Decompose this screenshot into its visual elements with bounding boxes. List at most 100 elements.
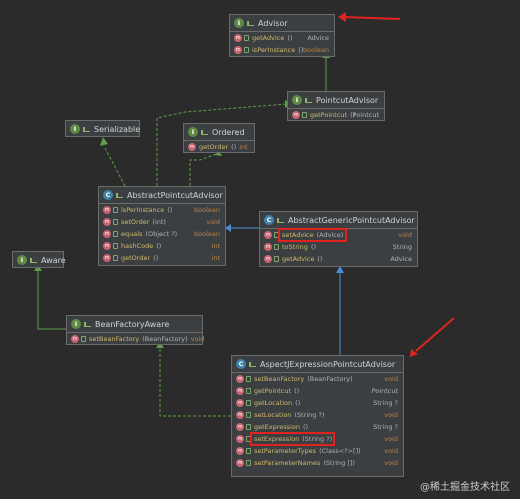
public-visibility-icon (305, 97, 312, 103)
member-name: equals (121, 230, 143, 238)
member-name: getAdvice (282, 255, 315, 263)
node-bean-factory-aware[interactable]: I BeanFactoryAware m setBeanFactory (Bea… (66, 315, 205, 345)
member-return-type: Advice (390, 255, 412, 263)
member-return-type: void (190, 335, 205, 343)
highlight-box (278, 228, 347, 242)
member-row[interactable]: m toString () String (260, 241, 417, 253)
method-icon: m (103, 230, 111, 238)
node-abstract-pointcut-advisor[interactable]: C AbstractPointcutAdvisor m isPerInstanc… (98, 186, 226, 266)
member-params: (String ?) (294, 411, 325, 419)
member-row[interactable]: m setAdvice (Advice) void (260, 228, 417, 242)
node-title: Advisor (258, 18, 288, 28)
lock-icon (113, 219, 118, 225)
annotation-arrow-aspectj (415, 317, 455, 352)
member-row[interactable]: m getOrder () int (99, 252, 225, 264)
member-name: hashCode (121, 242, 154, 250)
member-params: (BeanFactory) (142, 335, 188, 343)
member-name: getAdvice (252, 34, 285, 42)
member-params: () (156, 242, 162, 250)
lock-icon (246, 424, 251, 430)
lock-icon (246, 376, 251, 382)
member-row[interactable]: m isPerInstance () boolean (99, 204, 225, 216)
interface-icon: I (292, 95, 302, 105)
member-params: (Class<?>[]) (319, 447, 361, 455)
member-return-type: boolean (194, 230, 220, 238)
method-icon: m (236, 447, 244, 455)
method-icon: m (236, 375, 244, 383)
member-row[interactable]: m getAdvice () Advice (230, 32, 334, 44)
lock-icon (274, 256, 279, 262)
class-icon: C (264, 215, 274, 225)
member-row[interactable]: m getPointcut () Pointcut (288, 109, 384, 121)
member-row[interactable]: m isPerInstance () boolean (230, 44, 334, 56)
member-return-type: boolean (303, 46, 329, 54)
member-row[interactable]: m setExpression (String ?) void (232, 432, 403, 446)
public-visibility-icon (277, 217, 284, 223)
member-return-type: String ? (373, 399, 398, 407)
method-icon: m (236, 435, 244, 443)
node-header: I PointcutAdvisor (288, 92, 384, 109)
node-pointcut-advisor[interactable]: I PointcutAdvisor m getPointcut () Point… (287, 91, 385, 121)
member-params: () (317, 255, 323, 263)
member-row[interactable]: m setParameterTypes (Class<?>[]) void (232, 445, 403, 457)
node-header: I Ordered (184, 124, 254, 141)
node-title: Serializable (94, 124, 141, 134)
node-title: AspectJExpressionPointcutAdvisor (260, 359, 396, 369)
method-icon: m (103, 254, 111, 262)
lock-icon (113, 255, 118, 261)
node-header: C AspectJExpressionPointcutAdvisor (232, 356, 403, 373)
lock-icon (246, 412, 251, 418)
member-name: isPerInstance (121, 206, 165, 214)
member-params: (int) (152, 218, 166, 226)
lock-icon (244, 47, 249, 53)
node-header: I BeanFactoryAware (67, 316, 202, 333)
lock-icon (81, 336, 86, 342)
member-return-type: boolean (194, 206, 220, 214)
node-abstract-generic-pointcut-advisor[interactable]: C AbstractGenericPointcutAdvisor m setAd… (259, 211, 418, 267)
member-name: setParameterTypes (254, 447, 317, 455)
member-row[interactable]: m hashCode () int (99, 240, 225, 252)
member-row[interactable]: m setLocation (String ?) void (232, 409, 403, 421)
member-row[interactable]: m getOrder () int (184, 141, 254, 153)
node-title: AbstractGenericPointcutAdvisor (288, 215, 415, 225)
node-title: Ordered (212, 127, 245, 137)
member-row[interactable]: m setParameterNames (String []) void (232, 457, 403, 469)
lock-icon (113, 243, 118, 249)
member-name: isPerInstance (252, 46, 296, 54)
member-return-type: void (384, 435, 398, 443)
lock-icon (246, 388, 251, 394)
interface-icon: I (71, 319, 81, 329)
public-visibility-icon (247, 20, 254, 26)
member-row[interactable]: m getLocation () String ? (232, 397, 403, 409)
member-params: () (231, 143, 237, 151)
node-aspectj-expression-pointcut-advisor[interactable]: C AspectJExpressionPointcutAdvisor m set… (231, 355, 404, 477)
member-return-type: int (211, 254, 220, 262)
annotation-arrow-advisor (343, 16, 401, 20)
member-params: () (310, 243, 317, 251)
method-icon: m (264, 255, 272, 263)
node-title: Aware (41, 255, 66, 265)
member-params: () (153, 254, 159, 262)
member-params: (Object ?) (145, 230, 178, 238)
interface-icon: I (188, 127, 198, 137)
member-row[interactable]: m getPointcut () Pointcut (232, 385, 403, 397)
lock-icon (246, 448, 251, 454)
node-serializable[interactable]: I Serializable (65, 120, 140, 137)
edge-apa-ordered (189, 152, 220, 186)
member-row[interactable]: m setOrder (int) void (99, 216, 225, 228)
lock-icon (246, 400, 251, 406)
public-visibility-icon (249, 361, 256, 367)
member-row[interactable]: m setBeanFactory (BeanFactory) void (67, 333, 205, 345)
member-row[interactable]: m equals (Object ?) boolean (99, 228, 225, 240)
member-name: getExpression (254, 423, 300, 431)
arrowhead (100, 137, 108, 146)
member-params: () (294, 387, 300, 395)
method-icon: m (103, 218, 111, 226)
member-row[interactable]: m getAdvice () Advice (260, 253, 417, 265)
interface-icon: I (234, 18, 244, 28)
member-row[interactable]: m setBeanFactory (BeanFactory) void (232, 373, 403, 385)
node-aware[interactable]: I Aware (12, 251, 66, 268)
node-advisor[interactable]: I Advisor m getAdvice () Advice m isPerI… (229, 14, 335, 57)
node-ordered[interactable]: I Ordered m getOrder () int (183, 123, 255, 153)
member-name: setOrder (121, 218, 150, 226)
